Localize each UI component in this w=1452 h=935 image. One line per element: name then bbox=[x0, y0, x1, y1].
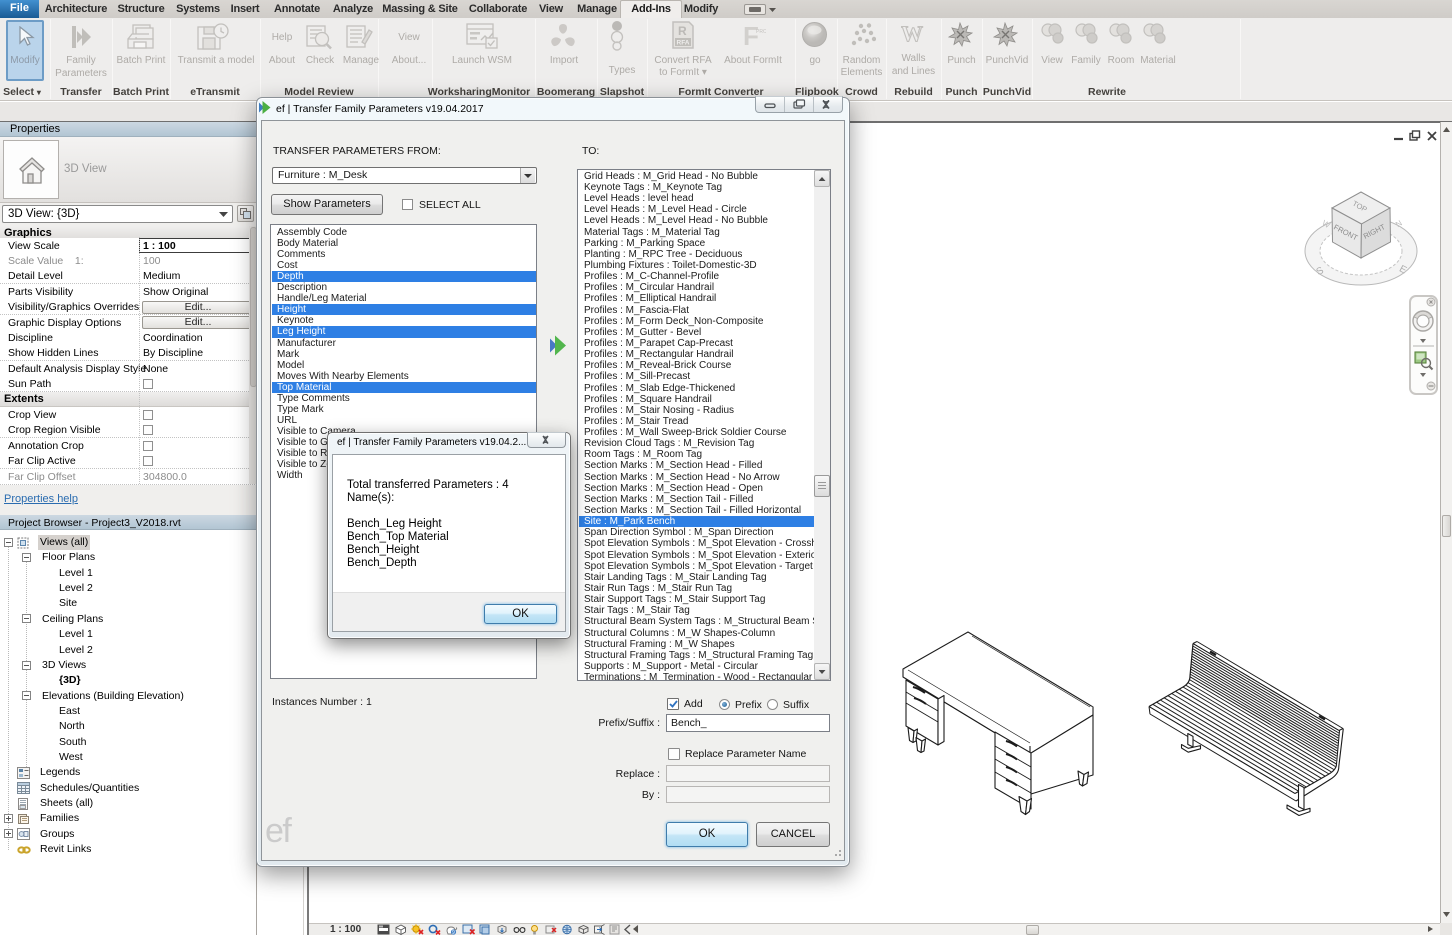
svg-text:RFA: RFA bbox=[677, 40, 690, 47]
svg-text:PRO: PRO bbox=[756, 29, 766, 35]
svg-text:F: F bbox=[743, 21, 759, 49]
svg-text:W: W bbox=[901, 21, 923, 46]
svg-text:9: 9 bbox=[452, 930, 455, 935]
svg-text:R: R bbox=[678, 24, 687, 38]
